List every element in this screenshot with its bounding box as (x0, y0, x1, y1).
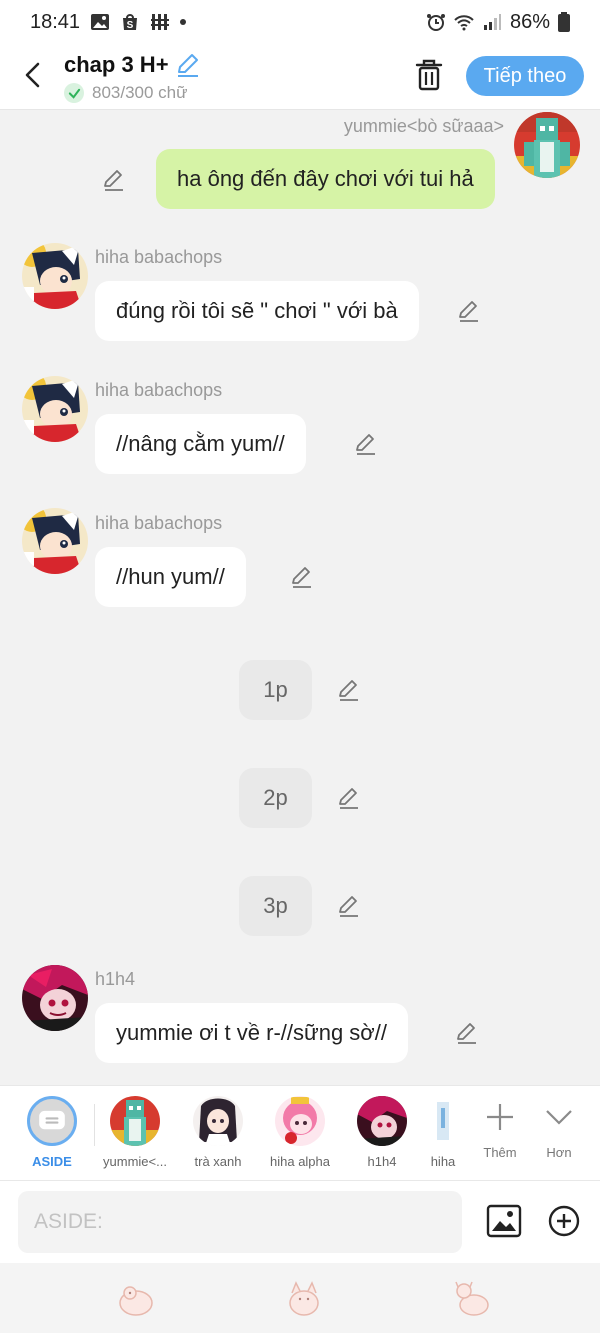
compose-row (0, 1181, 600, 1263)
wifi-icon (454, 15, 474, 31)
battery-percent: 86% (509, 10, 550, 33)
character-avatar (357, 1096, 407, 1146)
battery-icon (558, 12, 570, 32)
narration-bubble[interactable]: 2p (239, 768, 312, 828)
character-label: ASIDE (32, 1154, 72, 1169)
edit-message-icon[interactable] (337, 786, 361, 810)
status-time: 18:41 (30, 10, 81, 33)
signal-icon (483, 14, 501, 30)
add-circle-icon[interactable] (548, 1205, 580, 1237)
aside-avatar (27, 1096, 77, 1146)
image-icon[interactable] (486, 1203, 522, 1239)
message-sender: yummie<bò sữaaa> (343, 116, 504, 136)
title-row: chap 3 H+ (64, 52, 201, 78)
message-bubble[interactable]: yummie ơi t về r-//sững sờ// (95, 1003, 408, 1063)
more-notifications-dot (180, 19, 187, 25)
status-left: 18:41 S (30, 10, 187, 34)
next-button[interactable]: Tiếp theo (466, 56, 584, 96)
message-bubble[interactable]: //hun yum// (95, 547, 246, 607)
chat-area[interactable]: yummie<bò sữaaa> ha ông đến đây chơi với… (0, 110, 600, 1085)
edit-message-icon[interactable] (102, 168, 126, 192)
more-button[interactable]: Hơn (534, 1102, 584, 1160)
character-avatar (275, 1096, 325, 1146)
sticker-bar (0, 1263, 600, 1333)
edit-title-icon[interactable] (175, 52, 201, 78)
character-tra-xanh[interactable]: trà xanh (177, 1096, 259, 1169)
svg-text:S: S (127, 20, 134, 31)
message-input[interactable] (18, 1191, 462, 1253)
narration-bubble[interactable]: 1p (239, 660, 312, 720)
edit-message-icon[interactable] (290, 565, 314, 589)
sticker-icon[interactable] (284, 1281, 324, 1317)
sticker-icon[interactable] (116, 1281, 156, 1317)
avatar-yummie[interactable] (514, 112, 580, 178)
add-character-button[interactable]: Thêm (475, 1102, 525, 1160)
app-notification-icon (151, 14, 170, 30)
edit-message-icon[interactable] (337, 894, 361, 918)
avatar-hiha-babachops[interactable] (22, 376, 88, 442)
edit-message-icon[interactable] (455, 1021, 479, 1045)
editor-header: chap 3 H+ 803/300 chữ Tiếp theo (0, 44, 600, 110)
word-count-row: 803/300 chữ (64, 83, 201, 103)
title-block: chap 3 H+ 803/300 chữ (64, 52, 201, 103)
status-bar: 18:41 S 86% (0, 0, 600, 44)
more-label: Hơn (546, 1145, 572, 1160)
chat-bubble-icon (39, 1110, 65, 1130)
character-avatar (110, 1096, 160, 1146)
check-icon (64, 83, 84, 103)
character-hiha[interactable]: hiha (423, 1096, 463, 1169)
trash-icon[interactable] (414, 58, 444, 92)
status-right: 86% (426, 11, 570, 34)
message-sender: h1h4 (95, 969, 136, 989)
chevron-down-icon (546, 1110, 572, 1125)
chapter-title: chap 3 H+ (64, 52, 169, 77)
back-icon[interactable] (18, 60, 48, 90)
gallery-notification-icon (91, 14, 110, 30)
character-h1h4[interactable]: h1h4 (341, 1096, 423, 1169)
character-label: trà xanh (194, 1154, 242, 1169)
edit-message-icon[interactable] (337, 678, 361, 702)
word-count: 803/300 chữ (92, 83, 188, 102)
message-sender: hiha babachops (95, 513, 223, 533)
plus-icon (487, 1104, 513, 1130)
character-label: hiha (430, 1154, 456, 1169)
avatar-hiha-babachops[interactable] (22, 508, 88, 574)
character-label: yummie<... (103, 1154, 167, 1169)
character-hiha-alpha[interactable]: hiha alpha (259, 1096, 341, 1169)
narration-bubble[interactable]: 3p (239, 876, 312, 936)
sticker-icon[interactable] (452, 1281, 492, 1317)
character-label: hiha alpha (270, 1154, 330, 1169)
character-avatar (193, 1096, 243, 1146)
character-aside[interactable]: ASIDE (11, 1096, 93, 1169)
character-avatar (423, 1096, 463, 1146)
shop-notification-icon: S (123, 14, 138, 31)
add-label: Thêm (483, 1145, 517, 1160)
character-yummie[interactable]: yummie<... (94, 1096, 176, 1169)
character-label: h1h4 (367, 1154, 397, 1169)
message-sender: hiha babachops (95, 247, 223, 267)
message-bubble[interactable]: đúng rồi tôi sẽ " chơi " với bà (95, 281, 419, 341)
alarm-icon (426, 14, 445, 31)
edit-message-icon[interactable] (457, 299, 481, 323)
character-selector: ASIDE yummie<... trà xanh hiha alpha h1h… (0, 1085, 600, 1181)
message-bubble[interactable]: ha ông đến đây chơi với tui hả (156, 149, 495, 209)
edit-message-icon[interactable] (354, 432, 378, 456)
message-bubble[interactable]: //nâng cằm yum// (95, 414, 306, 474)
avatar-hiha-babachops[interactable] (22, 243, 88, 309)
message-sender: hiha babachops (95, 380, 223, 400)
avatar-h1h4[interactable] (22, 965, 88, 1031)
